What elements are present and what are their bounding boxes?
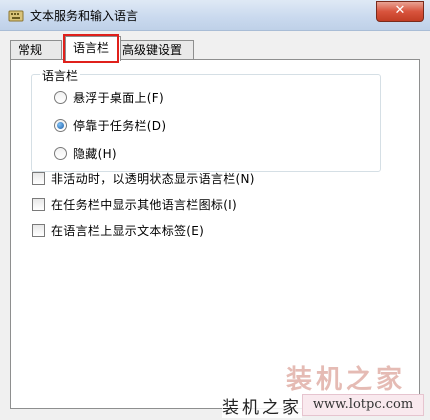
checkbox-label: 在任务栏中显示其他语言栏图标(I) bbox=[51, 198, 238, 212]
checkbox-show-text-labels[interactable]: 在语言栏上显示文本标签(E) bbox=[32, 222, 204, 239]
radio-label: 悬浮于桌面上(F) bbox=[73, 91, 164, 105]
watermark-url: www.lotpc.com bbox=[302, 394, 424, 416]
language-bar-groupbox: 语言栏 悬浮于桌面上(F) 停靠于任务栏(D) 隐藏(H) bbox=[31, 67, 381, 172]
watermark-logo: 装机之家 bbox=[285, 365, 406, 395]
checkbox[interactable] bbox=[32, 224, 45, 237]
radio-button-selected[interactable] bbox=[54, 119, 67, 132]
close-icon: ✕ bbox=[394, 3, 406, 18]
radio-button[interactable] bbox=[54, 147, 67, 160]
checkbox-label: 在语言栏上显示文本标签(E) bbox=[51, 224, 205, 238]
checkbox-label: 非活动时，以透明状态显示语言栏(N) bbox=[51, 172, 255, 186]
title-bar: 文本服务和输入语言 ✕ bbox=[0, 0, 430, 31]
tab-general[interactable]: 常规 bbox=[10, 40, 62, 60]
radio-label: 隐藏(H) bbox=[73, 147, 117, 161]
checkbox-transparent-when-inactive[interactable]: 非活动时，以透明状态显示语言栏(N) bbox=[32, 170, 255, 187]
tab-advanced-label: 高级键设置 bbox=[122, 43, 183, 57]
radio-dock-in-taskbar[interactable]: 停靠于任务栏(D) bbox=[54, 117, 166, 134]
checkbox[interactable] bbox=[32, 198, 45, 211]
groupbox-label: 语言栏 bbox=[40, 67, 81, 84]
dialog-body: 常规 语言栏 高级键设置 语言栏 悬浮于桌面上(F) 停靠于任务栏(D) 隐藏(… bbox=[0, 31, 430, 420]
radio-hidden[interactable]: 隐藏(H) bbox=[54, 145, 117, 162]
tab-panel-language-bar: 语言栏 悬浮于桌面上(F) 停靠于任务栏(D) 隐藏(H) 非活动时，以透明状态… bbox=[10, 59, 420, 409]
checkbox-show-extra-icons[interactable]: 在任务栏中显示其他语言栏图标(I) bbox=[32, 196, 237, 213]
keyboard-app-icon bbox=[8, 10, 24, 22]
checkbox[interactable] bbox=[32, 172, 45, 185]
radio-label: 停靠于任务栏(D) bbox=[73, 119, 167, 133]
tab-advanced-key-settings[interactable]: 高级键设置 bbox=[114, 40, 194, 60]
window-title: 文本服务和输入语言 bbox=[30, 9, 139, 23]
watermark-text: 装机之家 bbox=[222, 393, 302, 418]
close-button[interactable]: ✕ bbox=[376, 1, 424, 22]
tab-highlight-box bbox=[63, 34, 119, 63]
tab-general-label: 常规 bbox=[18, 43, 43, 57]
radio-button[interactable] bbox=[54, 91, 67, 104]
radio-float-on-desktop[interactable]: 悬浮于桌面上(F) bbox=[54, 89, 164, 106]
